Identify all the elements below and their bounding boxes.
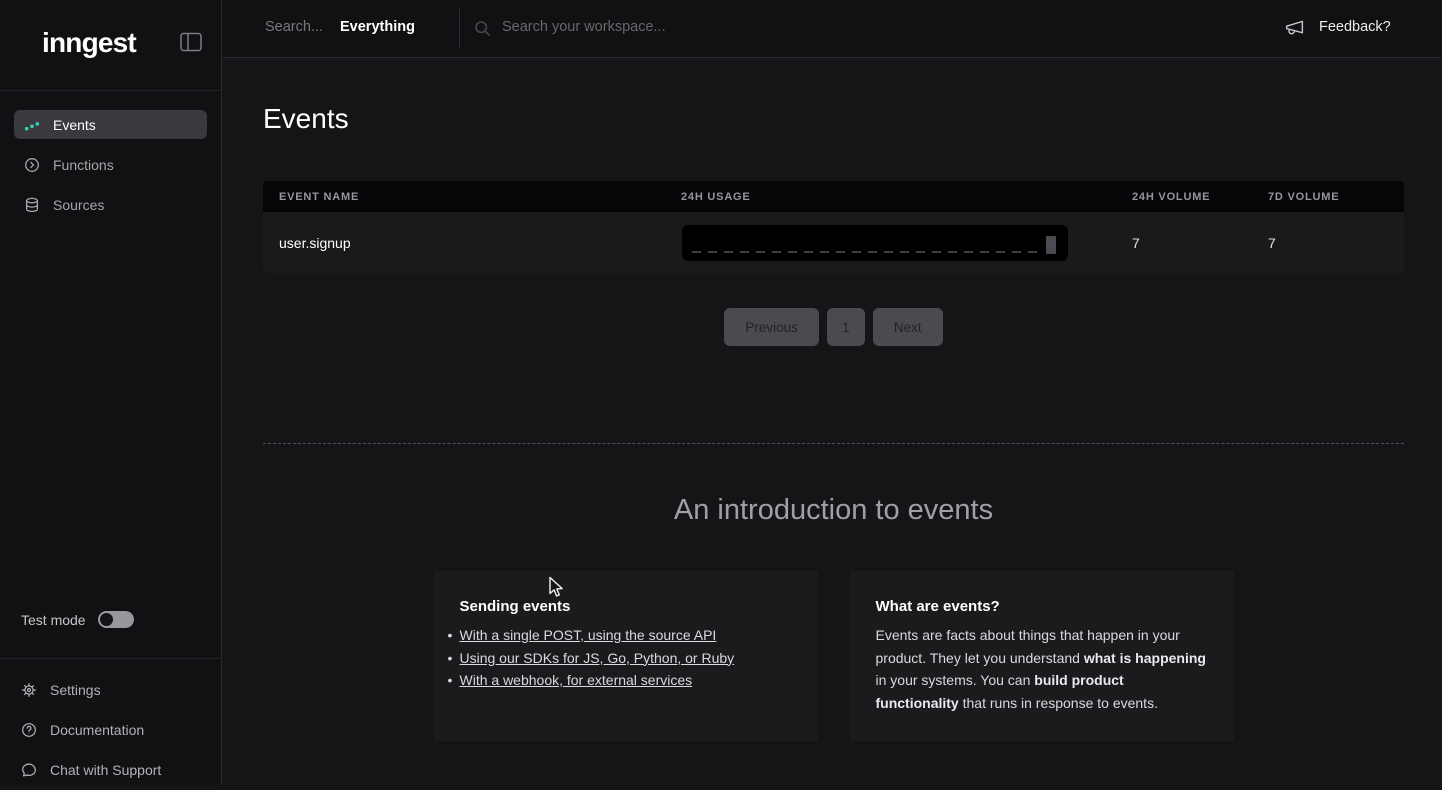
toggle-knob	[100, 613, 113, 626]
question-circle-icon	[21, 722, 37, 738]
inngest-logo: inngest	[42, 27, 136, 59]
sparkline-baseline	[692, 251, 1044, 253]
intro-heading: An introduction to events	[263, 494, 1404, 527]
chat-bubble-icon	[21, 762, 37, 778]
previous-page-button[interactable]: Previous	[724, 308, 819, 346]
what-are-events-text: Events are facts about things that happe…	[876, 624, 1208, 714]
sidebar-item-sources[interactable]: Sources	[14, 190, 207, 219]
volume-24h-cell: 7	[1132, 235, 1268, 251]
link-source-api[interactable]: With a single POST, using the source API	[460, 627, 717, 643]
volume-7d-cell: 7	[1268, 235, 1404, 251]
sidebar-item-settings[interactable]: Settings	[21, 670, 211, 710]
footer-item-label: Settings	[50, 682, 101, 698]
pagination: Previous 1 Next	[263, 308, 1404, 346]
sending-events-card: Sending events With a single POST, using…	[434, 571, 818, 741]
what-are-events-heading: What are events?	[876, 598, 1208, 615]
section-divider	[263, 443, 1404, 444]
sending-events-heading: Sending events	[460, 598, 792, 615]
sparkline-bar	[1046, 236, 1056, 254]
page-title: Events	[263, 103, 349, 135]
column-header-event-name: EVENT NAME	[263, 191, 681, 203]
test-mode-label: Test mode	[21, 612, 86, 628]
list-item: Using our SDKs for JS, Go, Python, or Ru…	[460, 647, 792, 670]
next-page-button[interactable]: Next	[873, 308, 943, 346]
sidebar-item-documentation[interactable]: Documentation	[21, 710, 211, 750]
footer-item-label: Chat with Support	[50, 762, 161, 778]
sidebar-item-label: Sources	[53, 197, 104, 213]
topbar-divider	[459, 9, 460, 49]
column-header-24h-usage: 24H USAGE	[681, 191, 1132, 203]
events-table: EVENT NAME 24H USAGE 24H VOLUME 7D VOLUM…	[263, 181, 1404, 273]
sidebar-item-functions[interactable]: Functions	[14, 150, 207, 179]
collapse-sidebar-icon[interactable]	[180, 32, 202, 52]
intro-cards: Sending events With a single POST, using…	[263, 571, 1404, 741]
sending-events-list: With a single POST, using the source API…	[460, 624, 792, 692]
sidebar-divider	[0, 658, 222, 659]
table-header-row: EVENT NAME 24H USAGE 24H VOLUME 7D VOLUM…	[263, 181, 1404, 212]
link-webhook[interactable]: With a webhook, for external services	[460, 672, 693, 688]
footer-item-label: Documentation	[50, 722, 144, 738]
workspace-search-input[interactable]: Search your workspace...	[502, 19, 666, 35]
list-item: With a webhook, for external services	[460, 669, 792, 692]
sidebar-item-label: Functions	[53, 157, 114, 173]
search-scope-selector[interactable]: Everything	[340, 19, 415, 35]
sidebar-footer-nav: Settings Documentation Chat with Support	[21, 670, 211, 790]
events-dots-icon	[24, 117, 40, 133]
feedback-link[interactable]: Feedback?	[1319, 19, 1391, 35]
table-row[interactable]: user.signup 7 7	[263, 212, 1404, 273]
sidebar-item-events[interactable]: Events	[14, 110, 207, 139]
sidebar-header: inngest	[0, 0, 221, 91]
usage-sparkline-cell	[681, 225, 1132, 261]
link-sdks[interactable]: Using our SDKs for JS, Go, Python, or Ru…	[460, 650, 735, 666]
sidebar-item-label: Events	[53, 117, 96, 133]
sidebar-item-chat-support[interactable]: Chat with Support	[21, 750, 211, 790]
page-number-button[interactable]: 1	[827, 308, 865, 346]
functions-circle-arrow-icon	[24, 157, 40, 173]
quick-search-button[interactable]: Search...	[265, 19, 323, 35]
sidebar-nav: Events Functions Sources	[0, 91, 221, 219]
sidebar: inngest Events	[0, 0, 222, 785]
topbar: Search... Everything Search your workspa…	[222, 0, 1442, 58]
megaphone-icon[interactable]	[1284, 17, 1305, 38]
column-header-7d-volume: 7D VOLUME	[1268, 191, 1404, 203]
gear-icon	[21, 682, 37, 698]
what-are-events-card: What are events? Events are facts about …	[850, 571, 1234, 741]
usage-sparkline-chart	[682, 225, 1068, 261]
search-icon	[474, 20, 491, 37]
test-mode-toggle[interactable]	[98, 611, 134, 628]
list-item: With a single POST, using the source API	[460, 624, 792, 647]
event-name-cell: user.signup	[263, 235, 681, 251]
sources-database-icon	[24, 197, 40, 213]
column-header-24h-volume: 24H VOLUME	[1132, 191, 1268, 203]
main-content: Events EVENT NAME 24H USAGE 24H VOLUME 7…	[222, 58, 1442, 785]
test-mode-row: Test mode	[21, 611, 134, 628]
